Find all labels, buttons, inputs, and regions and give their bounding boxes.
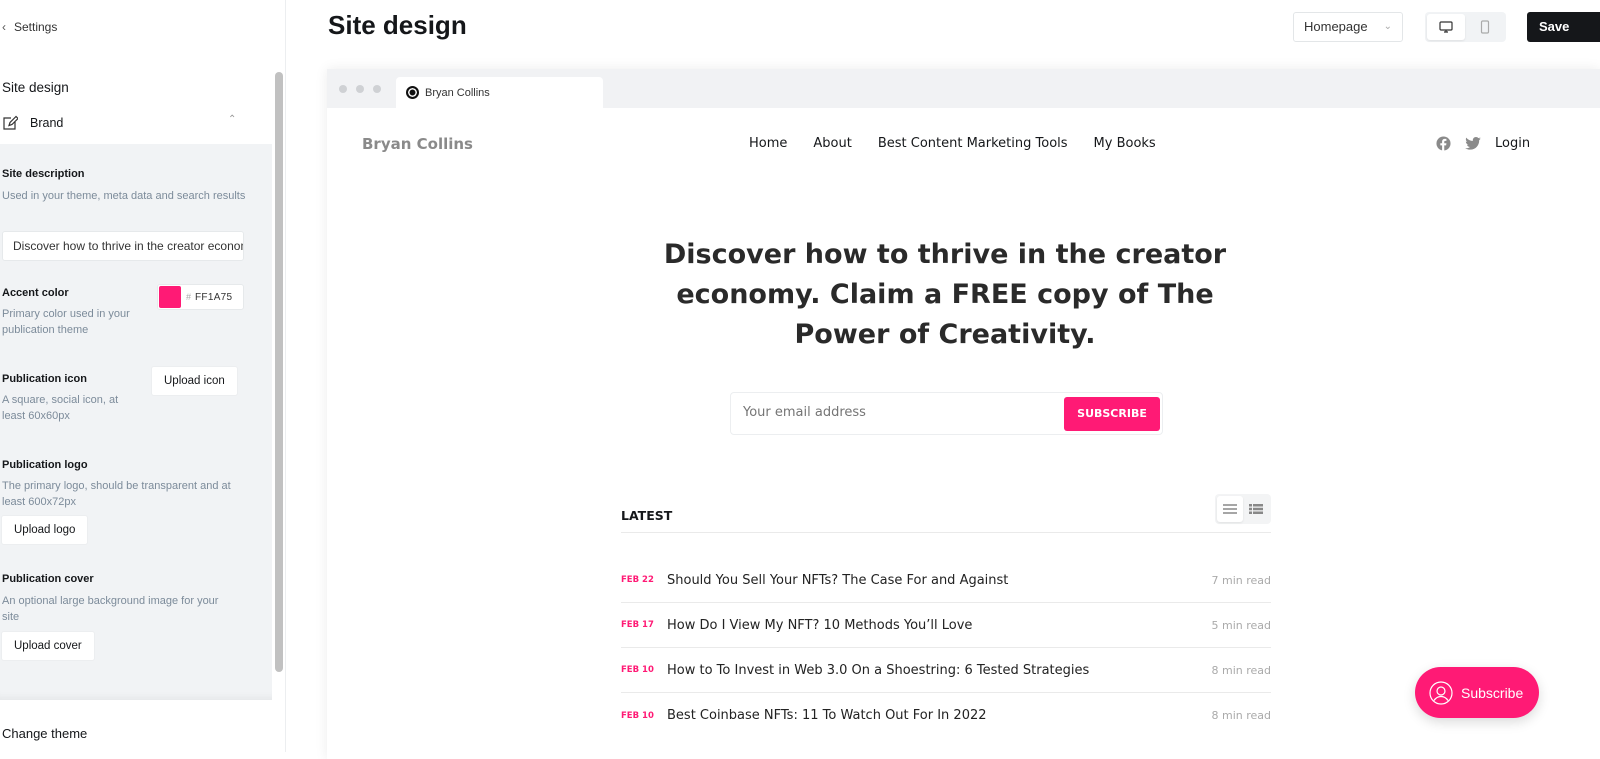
post-title[interactable]: How to To Invest in Web 3.0 On a Shoestr… — [667, 663, 1211, 678]
page-select[interactable]: Homepage ⌄ — [1293, 12, 1403, 42]
accent-color-swatch[interactable] — [159, 286, 181, 308]
post-read-time: 8 min read — [1211, 663, 1271, 677]
user-icon — [1429, 680, 1453, 705]
chevron-down-icon: ⌄ — [1383, 21, 1392, 32]
detailed-list-icon — [1249, 504, 1263, 514]
list-icon — [1223, 504, 1237, 514]
change-theme-section[interactable]: Change theme — [2, 726, 87, 741]
window-dot — [356, 85, 364, 93]
floating-subscribe-label: Subscribe — [1461, 684, 1524, 701]
post-item[interactable]: FEB 17 How Do I View My NFT? 10 Methods … — [621, 603, 1271, 648]
latest-heading: LATEST — [621, 508, 673, 523]
upload-logo-button[interactable]: Upload logo — [1, 515, 89, 545]
facebook-icon[interactable] — [1436, 136, 1451, 151]
mobile-icon — [1480, 20, 1490, 34]
favicon-icon — [406, 86, 419, 99]
post-date: FEB 10 — [621, 665, 654, 675]
settings-sidebar: ‹ Settings Site design Brand ⌃ Site desc… — [0, 0, 286, 752]
brand-label: Brand — [30, 116, 64, 130]
upload-icon-button[interactable]: Upload icon — [151, 366, 238, 396]
view-toggle — [1215, 494, 1271, 524]
page-title: Site design — [328, 10, 467, 40]
window-dot — [373, 85, 381, 93]
post-title[interactable]: Should You Sell Your NFTs? The Case For … — [667, 573, 1211, 588]
section-title: Site design — [2, 80, 69, 95]
floating-subscribe-button[interactable]: Subscribe — [1415, 667, 1539, 718]
post-item[interactable]: FEB 22 Should You Sell Your NFTs? The Ca… — [621, 558, 1271, 603]
chevron-up-icon: ⌃ — [228, 114, 237, 125]
nav-item-home[interactable]: Home — [749, 136, 787, 151]
accent-color-input[interactable]: # FF1A75 — [157, 284, 244, 310]
hero-heading: Discover how to thrive in the creator ec… — [663, 239, 1227, 350]
twitter-icon[interactable] — [1465, 137, 1481, 150]
divider — [621, 532, 1271, 533]
sidebar-scrollbar[interactable] — [275, 72, 283, 672]
post-read-time: 5 min read — [1211, 618, 1271, 632]
post-read-time: 8 min read — [1211, 709, 1271, 722]
nav-item-books[interactable]: My Books — [1094, 136, 1156, 151]
post-date: FEB 10 — [621, 710, 654, 721]
publication-cover-title: Publication cover — [2, 573, 94, 585]
hash-symbol: # — [186, 292, 192, 302]
post-title[interactable]: How Do I View My NFT? 10 Methods You’ll … — [667, 618, 1211, 633]
publication-icon-title: Publication icon — [2, 373, 87, 385]
sidebar-scroll-area: Site design Brand ⌃ Site description Use… — [0, 70, 272, 752]
browser-chrome: Bryan Collins — [327, 69, 1600, 108]
mobile-view-button[interactable] — [1466, 14, 1504, 40]
login-link[interactable]: Login — [1495, 136, 1530, 151]
site-logo[interactable]: Bryan Collins — [362, 135, 473, 153]
post-item[interactable]: FEB 10 Best Coinbase NFTs: 11 To Watch O… — [621, 693, 1271, 738]
site-description-input[interactable]: Discover how to thrive in the creator ec… — [2, 231, 244, 261]
browser-tab: Bryan Collins — [396, 77, 603, 108]
site-nav: Home About Best Content Marketing Tools … — [749, 136, 1156, 151]
email-input[interactable] — [743, 405, 1043, 420]
tab-title: Bryan Collins — [425, 86, 490, 99]
window-dot — [339, 85, 347, 93]
nav-item-tools[interactable]: Best Content Marketing Tools — [878, 136, 1068, 151]
subscribe-button[interactable]: SUBSCRIBE — [1064, 397, 1160, 431]
site-preview-frame: Bryan Collins Bryan Collins Home About B… — [327, 69, 1600, 759]
desktop-icon — [1439, 21, 1453, 33]
publication-icon-desc: A square, social icon, at least 60x60px — [2, 394, 119, 422]
publication-logo-desc: The primary logo, should be transparent … — [2, 480, 231, 508]
nav-item-about[interactable]: About — [813, 136, 851, 151]
accent-color-hex: FF1A75 — [195, 291, 233, 303]
post-date: FEB 17 — [621, 620, 654, 630]
post-item[interactable]: FEB 10 How to To Invest in Web 3.0 On a … — [621, 648, 1271, 693]
publication-cover-desc: An optional large background image for y… — [2, 595, 219, 623]
subscribe-form: SUBSCRIBE — [730, 392, 1163, 435]
accent-color-desc: Primary color used in your publication t… — [2, 308, 130, 336]
post-date: FEB 22 — [621, 575, 654, 585]
social-links: Login — [1436, 136, 1530, 151]
post-read-time: 7 min read — [1211, 573, 1271, 587]
page-select-value: Homepage — [1304, 19, 1368, 34]
back-to-settings-link[interactable]: ‹ Settings — [2, 20, 57, 34]
save-button[interactable]: Save — [1527, 12, 1600, 42]
publication-logo-title: Publication logo — [2, 459, 88, 471]
edit-icon — [3, 115, 18, 130]
list-view-button[interactable] — [1217, 496, 1243, 522]
site-description-desc: Used in your theme, meta data and search… — [2, 190, 246, 202]
back-label: Settings — [14, 20, 58, 34]
brand-accordion-header[interactable]: Brand ⌃ — [0, 108, 272, 142]
desktop-view-button[interactable] — [1427, 14, 1465, 40]
accent-color-title: Accent color — [2, 287, 69, 299]
grid-view-button[interactable] — [1243, 496, 1269, 522]
chevron-left-icon: ‹ — [2, 20, 6, 34]
brand-panel: Site description Used in your theme, met… — [0, 144, 272, 700]
site-preview: Bryan Collins Home About Best Content Ma… — [327, 108, 1600, 759]
post-title[interactable]: Best Coinbase NFTs: 11 To Watch Out For … — [667, 708, 1211, 723]
site-description-title: Site description — [2, 168, 85, 180]
device-toggle — [1425, 12, 1506, 42]
upload-cover-button[interactable]: Upload cover — [1, 631, 95, 661]
